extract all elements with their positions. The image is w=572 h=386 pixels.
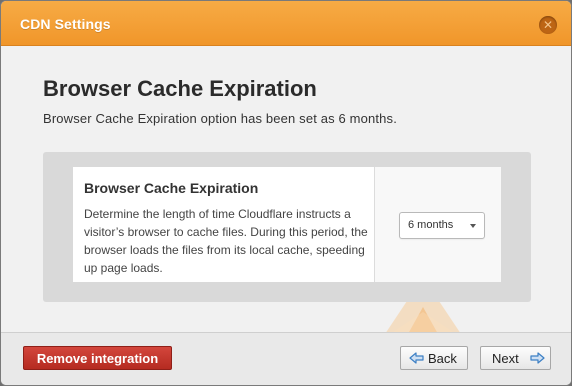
cache-expiration-select[interactable]: 6 months — [399, 212, 485, 239]
dialog-titlebar: CDN Settings ✕ — [1, 1, 571, 46]
select-value: 6 months — [408, 219, 454, 231]
close-button[interactable]: ✕ — [539, 16, 557, 34]
setting-control-area: 6 months — [375, 167, 501, 282]
remove-integration-label: Remove integration — [36, 351, 159, 366]
status-message: Browser Cache Expiration option has been… — [43, 111, 397, 126]
dialog-footer: Remove integration Back Next — [1, 332, 571, 385]
arrow-left-icon — [409, 352, 424, 364]
setting-card-title: Browser Cache Expiration — [84, 180, 259, 196]
setting-card: Browser Cache Expiration Determine the l… — [73, 167, 501, 282]
back-button[interactable]: Back — [400, 346, 468, 370]
arrow-right-icon — [530, 352, 545, 364]
next-label: Next — [492, 351, 519, 366]
dialog-title: CDN Settings — [20, 16, 111, 32]
setting-card-description: Determine the length of time Cloudflare … — [84, 207, 368, 275]
back-label: Back — [428, 351, 457, 366]
next-button[interactable]: Next — [480, 346, 551, 370]
page-heading: Browser Cache Expiration — [43, 76, 317, 101]
cdn-settings-dialog: CDN Settings ✕ Browser Cache Expiration … — [0, 0, 572, 386]
dialog-content: Browser Cache Expiration Browser Cache E… — [1, 46, 571, 332]
remove-integration-button[interactable]: Remove integration — [23, 346, 172, 370]
caret-down-icon — [470, 224, 476, 228]
close-icon: ✕ — [542, 18, 554, 32]
settings-panel: Browser Cache Expiration Determine the l… — [43, 152, 531, 302]
